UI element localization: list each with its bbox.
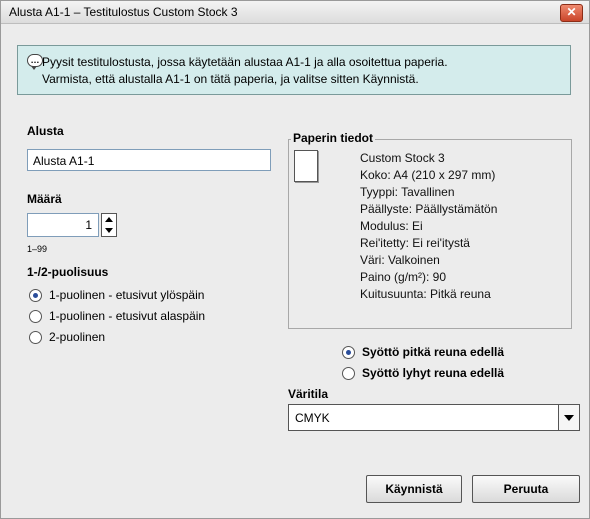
info-line-2: Varmista, että alustalla A1-1 on tätä pa… [42,72,419,86]
info-message: Pyysit testitulostusta, jossa käytetään … [42,54,562,88]
dialog-window: Alusta A1-1 – Testitulostus Custom Stock… [0,0,590,519]
radio-button[interactable] [342,346,355,359]
tray-field[interactable]: Alusta A1-1 [27,149,271,171]
color-mode-label: Väritila [288,387,329,401]
start-button[interactable]: Käynnistä [366,475,462,503]
quantity-value: 1 [85,218,92,232]
tray-label: Alusta [27,124,64,138]
speech-bubble-icon: … [27,54,43,70]
quantity-stepper[interactable] [101,213,117,237]
paper-sheet-icon [294,150,318,182]
quantity-field[interactable]: 1 [27,213,99,237]
feed-option-label: Syöttö pitkä reuna edellä [362,345,505,359]
info-line-1: Pyysit testitulostusta, jossa käytetään … [42,55,448,69]
cancel-button[interactable]: Peruuta [472,475,580,503]
paper-punched: Rei'itetty: Ei rei'itystä [360,236,470,250]
paper-details: Custom Stock 3 Koko: A4 (210 x 297 mm) T… [360,150,497,303]
color-mode-value: CMYK [295,411,330,425]
spin-up-icon[interactable] [105,217,113,222]
sides-option-label: 1-puolinen - etusivut alaspäin [49,309,206,323]
paper-details-legend: Paperin tiedot [291,131,376,145]
quantity-range: 1–99 [27,244,48,254]
sides-label: 1-/2-puolisuus [27,265,109,279]
paper-type: Tyyppi: Tavallinen [360,185,455,199]
sides-option-label: 1-puolinen - etusivut ylöspäin [49,288,205,302]
paper-name: Custom Stock 3 [360,151,445,165]
color-mode-select[interactable]: CMYK [288,404,580,431]
radio-button[interactable] [29,331,42,344]
radio-button[interactable] [29,310,42,323]
paper-size: Koko: A4 (210 x 297 mm) [360,168,496,182]
sides-option-label: 2-puolinen [49,330,106,344]
feed-option-label: Syöttö lyhyt reuna edellä [362,366,505,380]
window-title: Alusta A1-1 – Testitulostus Custom Stock… [9,5,238,19]
quantity-label: Määrä [27,192,62,206]
paper-grain: Kuitusuunta: Pitkä reuna [360,287,491,301]
title-bar: Alusta A1-1 – Testitulostus Custom Stock… [1,1,589,24]
paper-details-group: Paperin tiedot Custom Stock 3 Koko: A4 (… [288,131,572,329]
paper-color: Väri: Valkoinen [360,253,440,267]
radio-button[interactable] [29,289,42,302]
chevron-down-icon[interactable] [558,405,579,430]
radio-button[interactable] [342,367,355,380]
paper-coating: Päällyste: Päällystämätön [360,202,498,216]
paper-weight: Paino (g/m²): 90 [360,270,447,284]
paper-modulus: Modulus: Ei [360,219,423,233]
close-button[interactable]: ✕ [560,4,583,22]
spin-down-icon[interactable] [105,228,113,233]
info-message-box: … Pyysit testitulostusta, jossa käytetää… [17,45,571,95]
